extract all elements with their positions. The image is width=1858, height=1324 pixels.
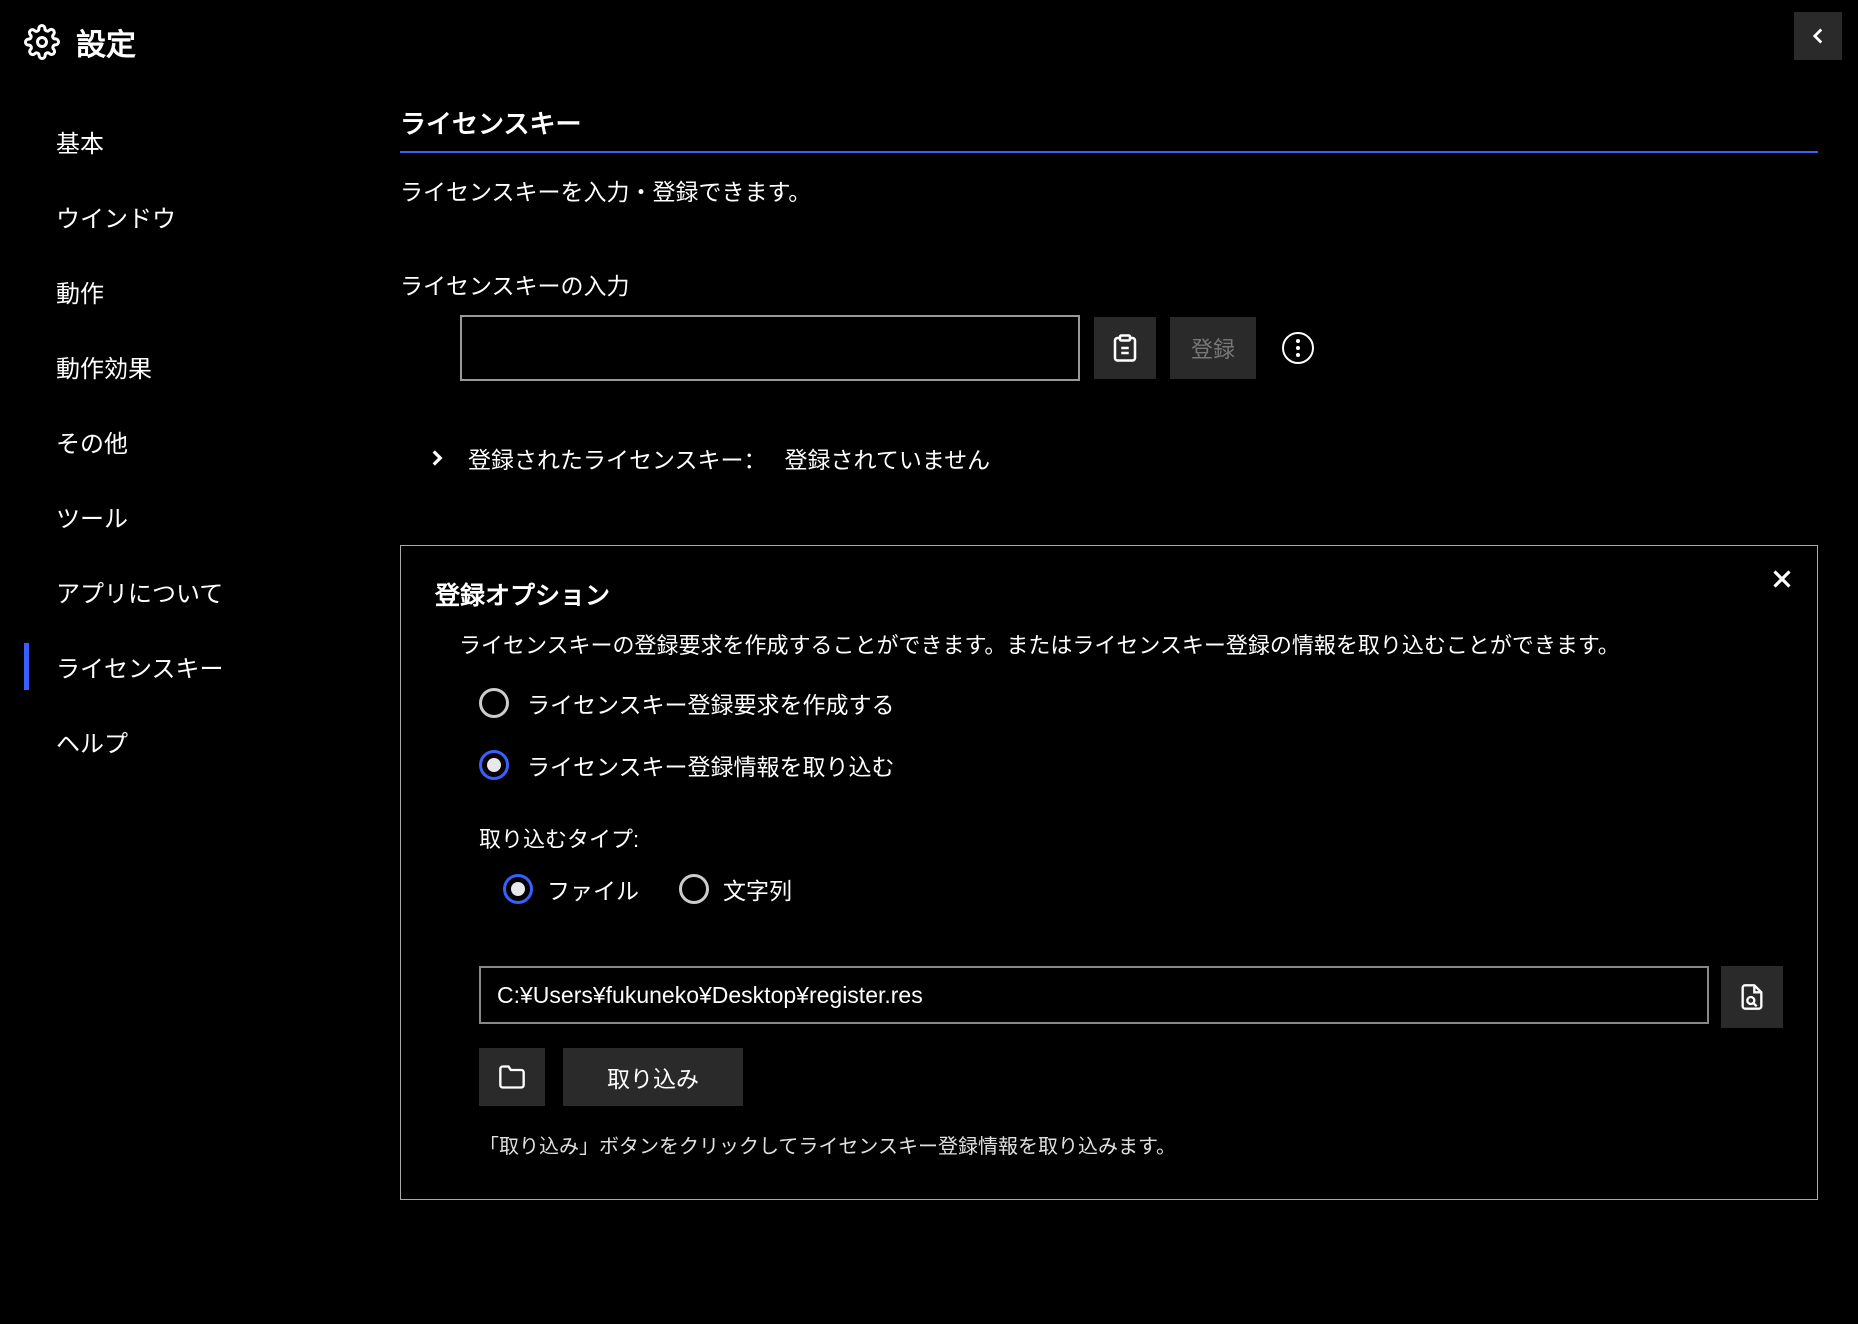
radio-icon	[479, 688, 509, 718]
sidebar-item-other[interactable]: その他	[0, 404, 380, 479]
section-desc: ライセンスキーを入力・登録できます。	[400, 173, 1818, 207]
file-path-input[interactable]	[479, 966, 1709, 1024]
register-options-panel: 登録オプション ライセンスキーの登録要求を作成することができます。またはライセン…	[400, 545, 1818, 1200]
panel-desc: ライセンスキーの登録要求を作成することができます。またはライセンスキー登録の情報…	[459, 628, 1783, 660]
sidebar-item-effects[interactable]: 動作効果	[0, 329, 380, 404]
radio-icon	[479, 750, 509, 780]
radio-label: ライセンスキー登録情報を取り込む	[527, 748, 895, 782]
radio-label: ライセンスキー登録要求を作成する	[527, 686, 895, 720]
content: ライセンスキー ライセンスキーを入力・登録できます。 ライセンスキーの入力 登録	[380, 84, 1858, 1220]
register-button[interactable]: 登録	[1170, 317, 1256, 379]
radio-icon	[679, 874, 709, 904]
chevron-right-icon	[424, 445, 450, 471]
registered-value: 登録されていません	[785, 441, 991, 475]
sidebar-item-behavior[interactable]: 動作	[0, 254, 380, 329]
sidebar-item-label: ヘルプ	[56, 731, 128, 758]
sidebar-item-help[interactable]: ヘルプ	[0, 704, 380, 779]
sidebar-item-label: ツール	[56, 506, 128, 533]
sidebar-item-label: ウインドウ	[56, 206, 176, 233]
license-key-input[interactable]	[460, 315, 1080, 381]
radio-import-info[interactable]: ライセンスキー登録情報を取り込む	[479, 748, 1783, 782]
back-button[interactable]	[1794, 12, 1842, 60]
close-icon	[1767, 564, 1797, 594]
sidebar-item-about[interactable]: アプリについて	[0, 554, 380, 629]
clipboard-icon	[1110, 333, 1140, 363]
info-button[interactable]	[1282, 332, 1314, 364]
page-title: 設定	[76, 20, 136, 64]
sidebar-item-label: 動作効果	[56, 356, 152, 383]
import-hint: 「取り込み」ボタンをクリックしてライセンスキー登録情報を取り込みます。	[479, 1130, 1783, 1159]
sidebar-item-label: ライセンスキー	[56, 656, 224, 683]
sidebar-item-tools[interactable]: ツール	[0, 479, 380, 554]
browse-file-button[interactable]	[1721, 966, 1783, 1028]
folder-icon	[498, 1063, 526, 1091]
chevron-left-icon	[1805, 23, 1831, 49]
gear-icon	[24, 24, 60, 60]
radio-type-string[interactable]: 文字列	[679, 872, 792, 906]
radio-icon	[503, 874, 533, 904]
paste-button[interactable]	[1094, 317, 1156, 379]
file-search-icon	[1738, 983, 1766, 1011]
radio-type-file[interactable]: ファイル	[503, 872, 639, 906]
registered-label: 登録されたライセンスキー：	[468, 441, 767, 475]
panel-title: 登録オプション	[435, 576, 1783, 612]
section-title: ライセンスキー	[400, 104, 1818, 153]
sidebar-item-label: その他	[56, 431, 128, 458]
radio-label: 文字列	[723, 872, 792, 906]
sidebar-item-basic[interactable]: 基本	[0, 104, 380, 179]
sidebar-item-license[interactable]: ライセンスキー	[0, 629, 380, 704]
sidebar-item-label: 基本	[56, 131, 104, 158]
import-button[interactable]: 取り込み	[563, 1048, 743, 1106]
header: 設定	[0, 0, 1858, 84]
sidebar: 基本 ウインドウ 動作 動作効果 その他 ツール アプリについて ライセンスキー…	[0, 84, 380, 1220]
import-type-label: 取り込むタイプ:	[479, 822, 1783, 854]
sidebar-item-window[interactable]: ウインドウ	[0, 179, 380, 254]
radio-label: ファイル	[547, 872, 639, 906]
license-input-label: ライセンスキーの入力	[400, 267, 1818, 301]
panel-close-button[interactable]	[1767, 564, 1797, 599]
sidebar-item-label: 動作	[56, 281, 104, 308]
registered-keys-toggle[interactable]: 登録されたライセンスキー： 登録されていません	[424, 441, 1818, 475]
more-icon	[1296, 339, 1300, 357]
open-folder-button[interactable]	[479, 1048, 545, 1106]
radio-create-request[interactable]: ライセンスキー登録要求を作成する	[479, 686, 1783, 720]
sidebar-item-label: アプリについて	[56, 581, 223, 608]
